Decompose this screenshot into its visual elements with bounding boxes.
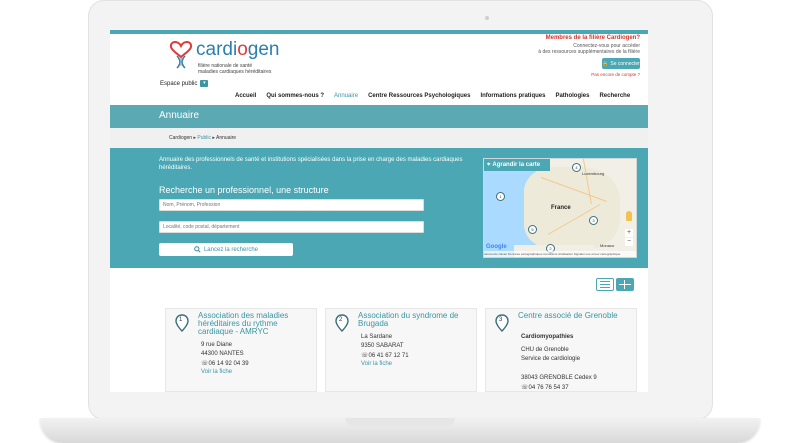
grid-view-icon[interactable] [616, 278, 634, 291]
lock-icon: 🔒 [602, 60, 609, 67]
result-title[interactable]: Centre associé de Grenoble [518, 312, 633, 320]
main-nav: Accueil Qui sommes-nous ? Annuaire Centr… [230, 93, 635, 103]
result-number: 3 [499, 317, 503, 323]
nav-item-informations-pratiques[interactable]: Informations pratiques [475, 93, 550, 103]
result-number: 1 [179, 317, 183, 323]
search-icon [194, 246, 201, 253]
name-input[interactable] [159, 199, 424, 211]
nav-item-accueil[interactable]: Accueil [230, 93, 261, 103]
nav-item-annuaire[interactable]: Annuaire [329, 93, 363, 103]
result-link[interactable]: Voir la fiche [361, 361, 392, 367]
nav-item-pathologies[interactable]: Pathologies [550, 93, 594, 103]
location-input[interactable] [159, 221, 424, 233]
map-label-monaco: Monaco [600, 243, 615, 248]
breadcrumb-separator: ▸ [212, 135, 215, 141]
result-address-2: Service de cardiologie [521, 356, 581, 362]
list-view-icon[interactable] [596, 278, 614, 291]
members-text: Connectez-vous pour accéder à des ressou… [538, 43, 640, 55]
result-link[interactable]: Voir la fiche [201, 369, 232, 375]
result-title[interactable]: Association des maladies héréditaires du… [198, 312, 313, 336]
map-zoom-out[interactable]: − [625, 238, 633, 246]
result-card[interactable]: 2 Association du syndrome de Brugada La … [325, 308, 477, 392]
phone-icon: ☏ [201, 361, 209, 367]
cardiogen-logo[interactable]: cardiogen filière nationale de santé mal… [168, 36, 280, 76]
result-card[interactable]: 1 Association des maladies héréditaires … [165, 308, 317, 392]
breadcrumb-public[interactable]: Public [197, 135, 211, 141]
result-address-2: 44300 NANTES [201, 351, 244, 357]
breadcrumb-separator: ▸ [193, 135, 196, 141]
result-address-1: La Sardane [361, 334, 393, 340]
laptop-notch [345, 418, 455, 426]
map-marker-5[interactable]: 5 [528, 225, 537, 234]
screen: cardiogen filière nationale de santé mal… [110, 30, 648, 392]
phone-icon: ☏ [521, 385, 529, 391]
result-card[interactable]: 3 Centre associé de Grenoble Cardiomyopa… [485, 308, 637, 392]
map-pin-icon: ⌖ [487, 161, 491, 168]
search-intro: Annuaire des professionnels de santé et … [159, 157, 463, 171]
map-footer: raccourcis clavier Données cartographiqu… [484, 251, 636, 257]
search-button[interactable]: Lancez la recherche [159, 243, 293, 256]
login-button[interactable]: 🔒 Se connecter [602, 58, 640, 69]
result-address-3: 38043 GRENOBLE Cedex 9 [521, 375, 597, 381]
results-list: 1 Association des maladies héréditaires … [165, 308, 637, 392]
result-title[interactable]: Association du syndrome de Brugada [358, 312, 473, 328]
result-subtitle: Cardiomyopathies [521, 334, 574, 340]
page-title: Annuaire [159, 110, 200, 121]
camera-dot [485, 16, 489, 20]
no-account-link[interactable]: Pas encore de compte ? [591, 72, 640, 77]
result-number: 2 [339, 317, 343, 323]
members-title: Membres de la filière Cardiogen? [545, 35, 640, 41]
logo-tagline-2: maladies cardiaques héréditaires [198, 69, 272, 75]
map-marker-4[interactable]: 4 [572, 163, 581, 172]
nav-item-qui-sommes-nous[interactable]: Qui sommes-nous ? [261, 93, 329, 103]
map-marker-1[interactable]: 1 [496, 192, 505, 201]
logo-wordmark: cardiogen [196, 39, 280, 60]
result-address-1: 9 rue Diane [201, 342, 233, 348]
search-title: Recherche un professionnel, une structur… [159, 185, 329, 195]
page-title-band: Annuaire [110, 105, 648, 128]
map-marker-3[interactable]: 3 [589, 216, 598, 225]
map-label-luxembourg: Luxembourg [582, 171, 605, 176]
view-toggle [596, 278, 634, 291]
espace-selector[interactable]: Espace public ▾ [160, 80, 209, 87]
enlarge-map-button[interactable]: ⌖ Agrandir la carte [484, 159, 550, 171]
breadcrumb: Cardiogen ▸ Public ▸ Annuaire [110, 128, 648, 148]
nav-item-centre-ressources[interactable]: Centre Ressources Psychologiques [363, 93, 475, 103]
chevron-down-icon: ▾ [200, 80, 209, 87]
search-section: Annuaire des professionnels de santé et … [110, 148, 648, 268]
street-view-icon[interactable] [626, 211, 632, 221]
google-logo: Google [486, 244, 507, 250]
result-address-1: CHU de Grenoble [521, 347, 569, 353]
nav-item-recherche[interactable]: Recherche [594, 93, 635, 103]
map-widget[interactable]: ⌖ Agrandir la carte Luxembourg France Mo… [483, 158, 637, 258]
breadcrumb-current: Annuaire [216, 135, 237, 141]
phone-icon: ☏ [361, 353, 369, 359]
result-address-2: 9350 SABARAT [361, 343, 404, 349]
result-phone: ☏04 76 76 54 37 [521, 385, 569, 391]
map-label-france: France [551, 205, 571, 211]
map-france-shape [524, 167, 620, 249]
breadcrumb-home[interactable]: Cardiogen [169, 135, 192, 141]
top-accent-bar [110, 30, 648, 34]
result-phone: ☏06 14 92 04 39 [201, 361, 249, 367]
heart-dna-icon [169, 41, 193, 69]
map-zoom-in[interactable]: + [625, 229, 633, 237]
result-phone: ☏06 41 67 12 71 [361, 353, 409, 359]
